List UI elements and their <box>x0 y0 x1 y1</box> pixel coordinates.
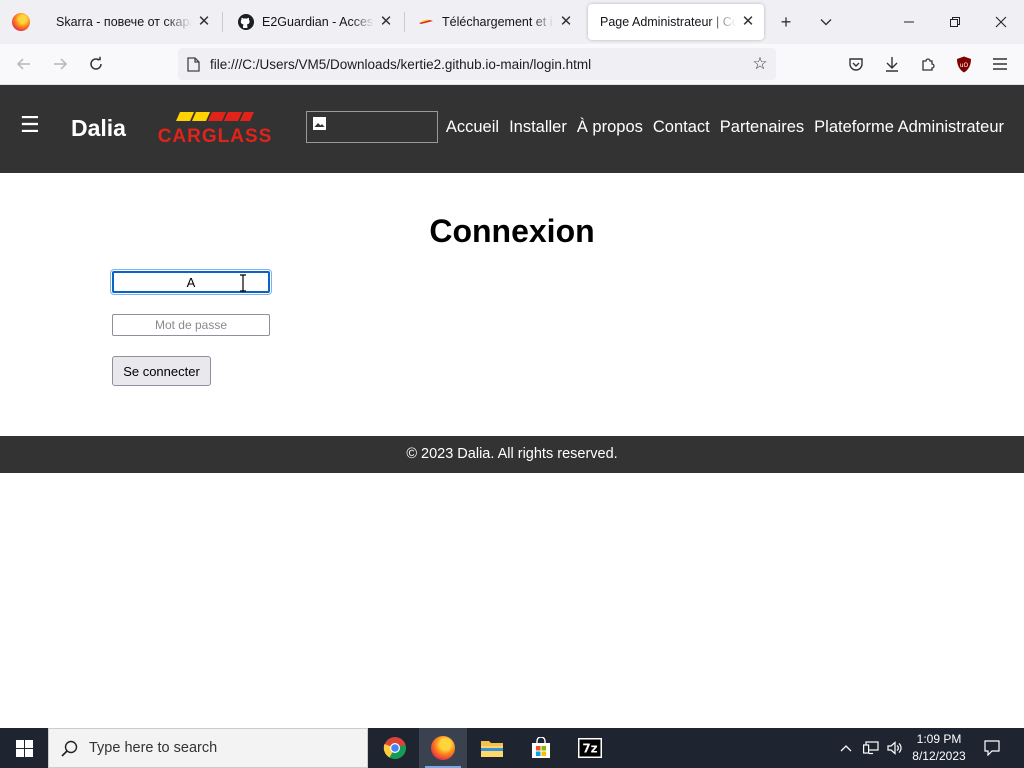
puzzle-icon <box>922 58 935 71</box>
page-icon <box>178 56 208 72</box>
network-icon <box>863 741 879 755</box>
taskbar-chrome[interactable] <box>371 728 419 768</box>
action-center-button[interactable] <box>978 728 1006 768</box>
windows-logo-icon <box>15 739 33 757</box>
url-bar[interactable]: file:///C:/Users/VM5/Downloads/kertie2.g… <box>178 48 776 80</box>
tab-title: E2Guardian - Access Denied <box>262 15 374 29</box>
site-header: ☰ Dalia CARGLASS Accueil Installer À pro… <box>0 85 1024 173</box>
downloads-button[interactable] <box>876 48 908 80</box>
extensions-button[interactable] <box>912 48 944 80</box>
arrow-left-icon <box>16 58 30 70</box>
carglass-logo-text: CARGLASS <box>158 126 273 147</box>
carglass-favicon-icon <box>418 14 434 30</box>
reload-button[interactable] <box>80 48 112 80</box>
firefox-icon <box>431 736 455 760</box>
store-bag-icon <box>532 737 550 758</box>
tab-title: Skarra - повече от скара! <box>56 15 192 29</box>
tab-skarra[interactable]: Skarra - повече от скара! ✕ <box>44 4 220 40</box>
chevron-up-icon <box>840 745 852 752</box>
pocket-icon <box>849 58 863 71</box>
tab-title: Téléchargement et installation <box>442 15 554 29</box>
clock-date: 8/12/2023 <box>912 749 966 763</box>
site-brand[interactable]: Dalia <box>71 115 126 142</box>
carglass-logo: CARGLASS <box>158 112 273 147</box>
navigation-toolbar: file:///C:/Users/VM5/Downloads/kertie2.g… <box>0 44 1024 85</box>
taskbar-search[interactable]: Type here to search <box>48 728 368 768</box>
download-icon <box>886 57 898 72</box>
taskbar-7zip[interactable]: 7z <box>566 728 614 768</box>
chrome-icon <box>383 737 406 759</box>
start-button[interactable] <box>0 728 48 768</box>
ublock-origin-button[interactable]: uO <box>948 48 980 80</box>
reload-icon <box>90 56 102 70</box>
new-tab-button[interactable]: + <box>770 6 802 38</box>
chevron-down-icon <box>820 19 832 26</box>
close-icon[interactable]: ✕ <box>196 14 212 30</box>
tab-telechargement[interactable]: Téléchargement et installation ✕ <box>406 4 582 40</box>
taskbar-file-explorer[interactable] <box>468 728 516 768</box>
nav-link-contact[interactable]: Contact <box>653 118 710 137</box>
login-section: Connexion Se connecter <box>0 173 1024 436</box>
site-nav: Accueil Installer À propos Contact Parte… <box>446 118 1004 137</box>
broken-image <box>306 111 438 143</box>
close-icon[interactable]: ✕ <box>378 14 394 30</box>
notification-icon <box>984 740 1000 756</box>
back-button[interactable] <box>8 48 40 80</box>
nav-link-partenaires[interactable]: Partenaires <box>720 118 804 137</box>
taskbar-firefox[interactable] <box>419 728 467 768</box>
login-button[interactable]: Se connecter <box>112 356 211 386</box>
firefox-view-button[interactable] <box>0 0 42 44</box>
search-placeholder: Type here to search <box>89 740 218 756</box>
close-window-button[interactable] <box>978 0 1024 44</box>
7zip-icon: 7z <box>578 738 602 758</box>
restore-icon <box>950 17 960 27</box>
url-text[interactable]: file:///C:/Users/VM5/Downloads/kertie2.g… <box>208 57 744 72</box>
tab-separator <box>404 12 405 32</box>
nav-link-plateforme-administrateur[interactable]: Plateforme Administrateur <box>814 118 1004 137</box>
close-icon[interactable]: ✕ <box>740 14 756 30</box>
arrow-right-icon <box>54 58 68 70</box>
search-icon <box>49 740 89 757</box>
restore-button[interactable] <box>932 0 978 44</box>
folder-icon <box>481 741 503 757</box>
taskbar-clock[interactable]: 1:09 PM 8/12/2023 <box>900 731 978 765</box>
list-all-tabs-button[interactable] <box>810 6 842 38</box>
tab-strip: Skarra - повече от скара! ✕ E2Guardian -… <box>0 0 1024 44</box>
tab-e2guardian[interactable]: E2Guardian - Access Denied ✕ <box>226 4 402 40</box>
pocket-button[interactable] <box>840 48 872 80</box>
minimize-button[interactable] <box>886 0 932 44</box>
svg-text:7z: 7z <box>582 742 597 756</box>
site-footer: © 2023 Dalia. All rights reserved. <box>0 436 1024 473</box>
plus-icon: + <box>780 11 792 32</box>
close-icon <box>995 16 1007 28</box>
nav-link-installer[interactable]: Installer <box>509 118 567 137</box>
tray-overflow-button[interactable] <box>836 728 856 768</box>
tab-separator <box>222 12 223 32</box>
broken-image-icon <box>313 117 326 130</box>
firefox-icon <box>12 13 30 31</box>
taskbar-store[interactable] <box>517 728 565 768</box>
nav-link-accueil[interactable]: Accueil <box>446 118 499 137</box>
ublock-shield-icon: uO <box>957 56 971 72</box>
tab-title: Page Administrateur | Connexion <box>600 15 736 29</box>
close-icon[interactable]: ✕ <box>558 14 574 30</box>
minimize-icon <box>904 21 914 23</box>
svg-text:uO: uO <box>960 62 969 69</box>
text-cursor-icon <box>240 274 246 292</box>
password-input[interactable] <box>112 314 270 336</box>
bookmark-star-icon[interactable]: ☆ <box>744 54 776 74</box>
forward-button[interactable] <box>44 48 76 80</box>
page-title: Connexion <box>429 213 595 249</box>
windows-taskbar: Type here to search 7z 1:09 PM 8/12/2023 <box>0 728 1024 768</box>
tab-page-administrateur[interactable]: Page Administrateur | Connexion ✕ <box>588 4 764 40</box>
github-icon <box>238 14 254 30</box>
app-menu-button[interactable] <box>984 48 1016 80</box>
clock-time: 1:09 PM <box>916 732 962 746</box>
menu-toggle-icon[interactable]: ☰ <box>20 113 40 137</box>
nav-link-a-propos[interactable]: À propos <box>577 118 643 137</box>
tray-network[interactable] <box>860 728 882 768</box>
hamburger-icon <box>993 58 1007 70</box>
